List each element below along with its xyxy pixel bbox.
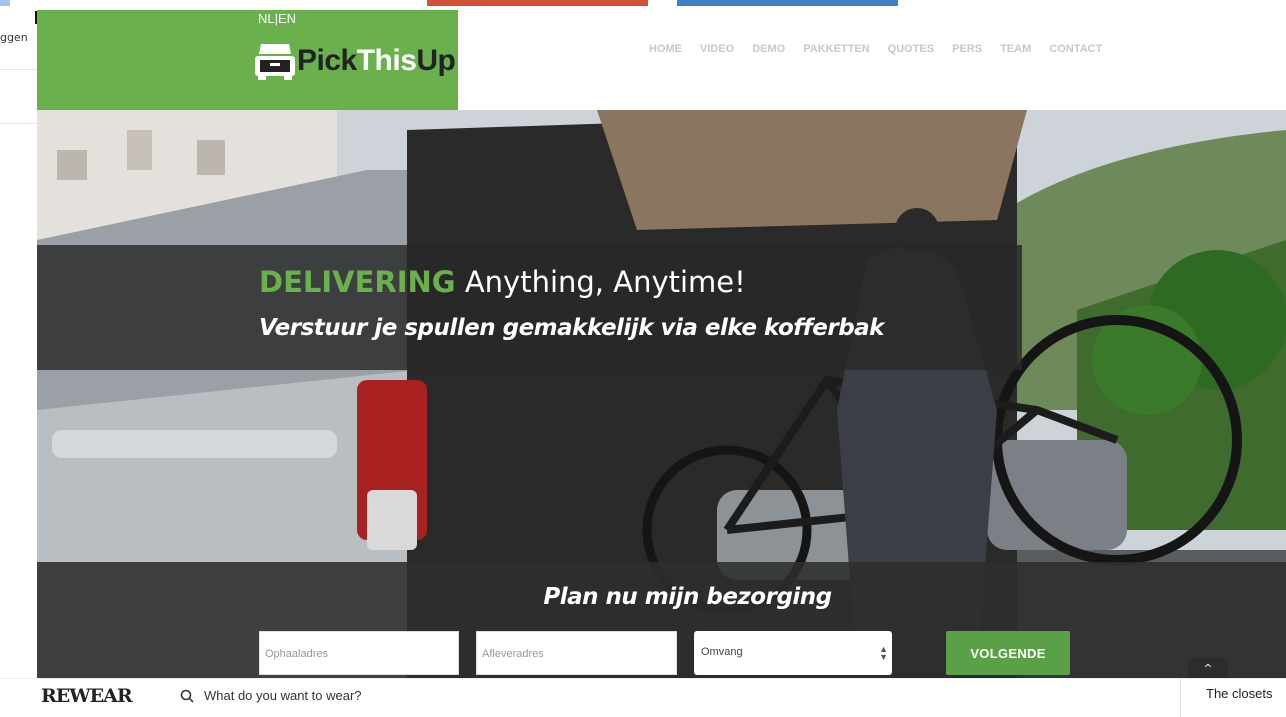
underlying-page-strip: ggen bbox=[0, 0, 37, 680]
closets-label: The closets bbox=[1206, 686, 1273, 701]
booking-title: Plan nu mijn bezorging bbox=[543, 584, 832, 610]
nav-home[interactable]: HOME bbox=[649, 43, 682, 55]
underlying-separator bbox=[0, 69, 37, 70]
search-placeholder: What do you want to wear? bbox=[204, 688, 362, 703]
underlying-separator bbox=[0, 123, 37, 124]
chevron-up-icon: ^ bbox=[1203, 662, 1213, 675]
nav-pers[interactable]: PERS bbox=[952, 43, 982, 55]
logo-text: PickThisUp bbox=[297, 44, 456, 77]
nav-pakketten[interactable]: PAKKETTEN bbox=[803, 43, 869, 55]
underlying-bottom-bar: REWEAR What do you want to wear? The clo… bbox=[0, 678, 1286, 717]
hero-subheadline: Verstuur je spullen gemakkelijk via elke… bbox=[259, 315, 884, 341]
closets-link[interactable]: The closets bbox=[1180, 679, 1286, 717]
main-nav: HOME VIDEO DEMO PAKKETTEN QUOTES PERS TE… bbox=[649, 43, 1102, 55]
nav-quotes[interactable]: QUOTES bbox=[888, 43, 934, 55]
nav-contact[interactable]: CONTACT bbox=[1049, 43, 1102, 55]
search-icon bbox=[180, 689, 194, 703]
van-trunk-icon bbox=[255, 44, 295, 80]
underlying-text: ggen bbox=[0, 31, 28, 44]
underlying-red-button[interactable] bbox=[427, 0, 648, 6]
hero-headline: DELIVERING Anything, Anytime! bbox=[259, 265, 746, 299]
next-button[interactable]: VOLGENDE bbox=[946, 631, 1070, 675]
rewear-search[interactable]: What do you want to wear? bbox=[180, 688, 362, 703]
scroll-to-top-button[interactable]: ^ bbox=[1188, 658, 1228, 678]
underlying-blue-button[interactable] bbox=[677, 0, 898, 6]
nav-team[interactable]: TEAM bbox=[1000, 43, 1031, 55]
nav-demo[interactable]: DEMO bbox=[752, 43, 785, 55]
hero-banner bbox=[37, 245, 1022, 370]
pickthisup-logo[interactable]: PickThisUp bbox=[253, 40, 456, 82]
dropoff-address-input[interactable]: Afleveradres bbox=[476, 631, 677, 675]
rewear-logo[interactable]: REWEAR bbox=[41, 685, 133, 707]
select-arrows-icon: ▲ ▼ bbox=[879, 644, 888, 662]
logo-header: NL|EN PickThisUp bbox=[37, 10, 458, 110]
underlying-blue-mark bbox=[0, 0, 10, 6]
size-select[interactable]: Omvang ▲ ▼ bbox=[694, 631, 892, 675]
pickthisup-website: DELIVERING Anything, Anytime! Verstuur j… bbox=[37, 10, 1286, 678]
pickup-address-input[interactable]: Ophaaladres bbox=[259, 631, 459, 675]
booking-bar: Plan nu mijn bezorging Ophaaladres Aflev… bbox=[37, 562, 1286, 678]
hero-headline-highlight: DELIVERING bbox=[259, 265, 456, 299]
language-switch[interactable]: NL|EN bbox=[258, 11, 296, 26]
hero-headline-rest: Anything, Anytime! bbox=[455, 265, 746, 299]
hero-section: DELIVERING Anything, Anytime! Verstuur j… bbox=[37, 110, 1286, 678]
size-select-value: Omvang bbox=[701, 646, 743, 658]
nav-video[interactable]: VIDEO bbox=[700, 43, 734, 55]
